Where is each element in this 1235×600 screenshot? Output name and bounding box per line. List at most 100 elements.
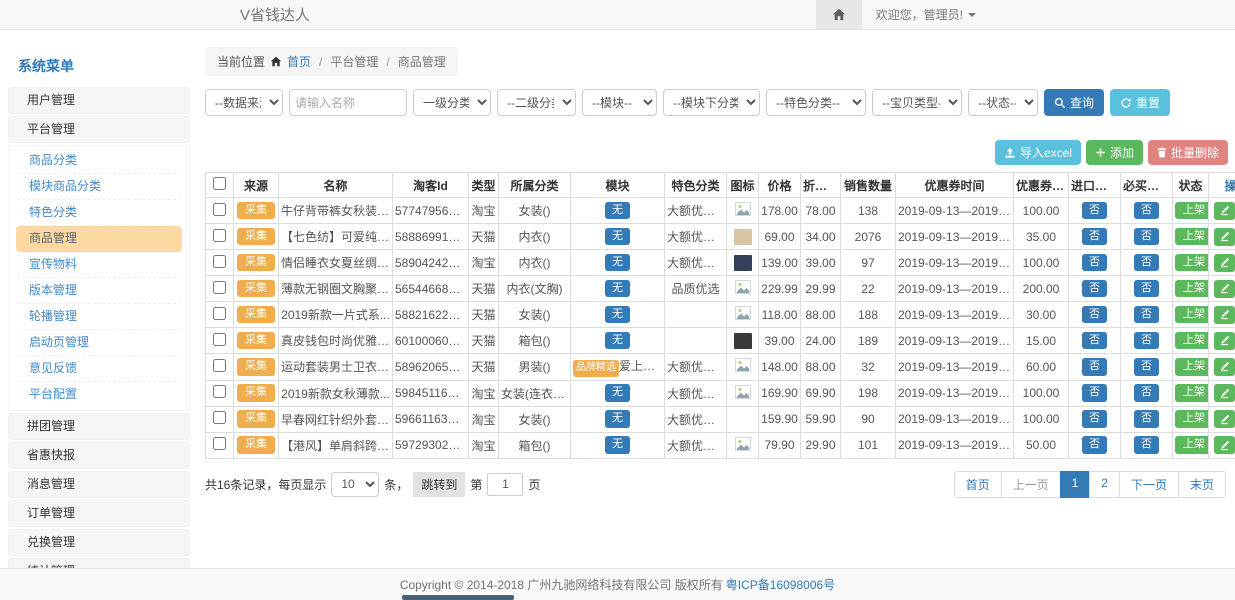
must-buy-no-badge[interactable]: 否: [1134, 228, 1159, 246]
must-buy-no-badge[interactable]: 否: [1134, 280, 1159, 298]
filter-select-3[interactable]: --二级分类--: [497, 89, 576, 116]
source-cell: 采集: [234, 250, 279, 276]
sidebar-group-消息管理[interactable]: 消息管理: [8, 471, 190, 498]
page-button-首页[interactable]: 首页: [954, 471, 1002, 498]
status-badge[interactable]: 上架: [1175, 202, 1209, 220]
reset-button[interactable]: 重置: [1110, 89, 1170, 116]
row-checkbox[interactable]: [213, 281, 226, 294]
edit-button[interactable]: [1214, 254, 1235, 272]
status-badge[interactable]: 上架: [1175, 228, 1209, 246]
import-excel-button[interactable]: 导入excel: [995, 140, 1081, 165]
row-checkbox[interactable]: [213, 307, 226, 320]
module-cell: 品牌精选爱上运动: [571, 354, 665, 381]
row-checkbox[interactable]: [213, 385, 226, 398]
status-badge[interactable]: 上架: [1175, 254, 1209, 272]
home-button[interactable]: [816, 0, 862, 29]
breadcrumb-item-platform[interactable]: 平台管理: [330, 53, 378, 70]
sidebar-group-订单管理[interactable]: 订单管理: [8, 500, 190, 527]
icp-link[interactable]: 粤ICP备16098006号: [726, 576, 835, 593]
sidebar-item-商品管理[interactable]: 商品管理: [16, 226, 182, 252]
sidebar-item-平台配置[interactable]: 平台配置: [16, 382, 182, 408]
filter-select-6[interactable]: --特色分类--: [766, 89, 866, 116]
sidebar-item-轮播管理[interactable]: 轮播管理: [16, 304, 182, 330]
sidebar-item-启动页管理[interactable]: 启动页管理: [16, 330, 182, 356]
must-buy-no-badge[interactable]: 否: [1134, 254, 1159, 272]
sidebar-item-宣传物料[interactable]: 宣传物料: [16, 252, 182, 278]
batch-delete-button[interactable]: 批量删除: [1148, 140, 1228, 165]
per-page-select[interactable]: 10: [331, 472, 379, 497]
row-checkbox[interactable]: [213, 229, 226, 242]
breadcrumb-home-link[interactable]: 首页: [287, 53, 311, 70]
jump-page-input[interactable]: [487, 473, 523, 496]
status-badge[interactable]: 上架: [1175, 436, 1209, 454]
edit-button[interactable]: [1214, 228, 1235, 246]
status-badge[interactable]: 上架: [1175, 384, 1209, 402]
sidebar-item-模块商品分类[interactable]: 模块商品分类: [16, 174, 182, 200]
edit-button[interactable]: [1214, 202, 1235, 220]
must-buy-no-badge[interactable]: 否: [1134, 332, 1159, 350]
page-button-下一页[interactable]: 下一页: [1119, 471, 1179, 498]
status-badge[interactable]: 上架: [1175, 306, 1209, 324]
import-no-badge[interactable]: 否: [1082, 436, 1107, 454]
status-badge[interactable]: 上架: [1175, 280, 1209, 298]
sidebar-item-意见反馈[interactable]: 意见反馈: [16, 356, 182, 382]
sidebar-item-特色分类[interactable]: 特色分类: [16, 200, 182, 226]
import-no-badge[interactable]: 否: [1082, 280, 1107, 298]
select-all-checkbox[interactable]: [213, 177, 226, 190]
sidebar-item-版本管理[interactable]: 版本管理: [16, 278, 182, 304]
import-no-badge[interactable]: 否: [1082, 332, 1107, 350]
edit-button[interactable]: [1214, 384, 1235, 402]
edit-button[interactable]: [1214, 410, 1235, 428]
must-buy-no-badge[interactable]: 否: [1134, 358, 1159, 376]
page-button-1[interactable]: 1: [1060, 471, 1091, 498]
row-checkbox[interactable]: [213, 255, 226, 268]
row-checkbox[interactable]: [213, 437, 226, 450]
row-checkbox[interactable]: [213, 203, 226, 216]
row-checkbox[interactable]: [213, 333, 226, 346]
sidebar-group-拼团管理[interactable]: 拼团管理: [8, 413, 190, 440]
sidebar-item-商品分类[interactable]: 商品分类: [16, 148, 182, 174]
edit-button[interactable]: [1214, 280, 1235, 298]
filter-select-8[interactable]: --状态--: [968, 89, 1038, 116]
horizontal-scrollbar-thumb[interactable]: [402, 595, 514, 600]
filter-select-7[interactable]: --宝贝类型--: [872, 89, 962, 116]
edit-button[interactable]: [1214, 358, 1235, 376]
user-menu[interactable]: 欢迎您，管理员!: [862, 0, 990, 29]
must-buy-no-badge[interactable]: 否: [1134, 202, 1159, 220]
status-badge[interactable]: 上架: [1175, 332, 1209, 350]
filter-select-4[interactable]: --模块--: [582, 89, 657, 116]
sidebar-group-users[interactable]: 用户管理: [8, 87, 190, 114]
filter-select-0[interactable]: --数据来源--: [205, 89, 283, 116]
add-button[interactable]: 添加: [1086, 140, 1143, 165]
row-checkbox[interactable]: [213, 411, 226, 424]
must-buy-no-badge[interactable]: 否: [1134, 436, 1159, 454]
import-no-badge[interactable]: 否: [1082, 254, 1107, 272]
status-badge[interactable]: 上架: [1175, 358, 1209, 376]
must-buy-no-badge[interactable]: 否: [1134, 306, 1159, 324]
sidebar-group-省惠快报[interactable]: 省惠快报: [8, 442, 190, 469]
import-no-badge[interactable]: 否: [1082, 410, 1107, 428]
import-no-badge[interactable]: 否: [1082, 384, 1107, 402]
import-no-badge[interactable]: 否: [1082, 228, 1107, 246]
import-no-badge[interactable]: 否: [1082, 306, 1107, 324]
import-no-badge[interactable]: 否: [1082, 202, 1107, 220]
name-filter-input[interactable]: [289, 89, 407, 116]
filter-select-5[interactable]: --模块下分类--: [663, 89, 760, 116]
import-no-badge[interactable]: 否: [1082, 358, 1107, 376]
status-badge[interactable]: 上架: [1175, 410, 1209, 428]
edit-button[interactable]: [1214, 306, 1235, 324]
sidebar-group-兑换管理[interactable]: 兑换管理: [8, 529, 190, 556]
sidebar-group-platform[interactable]: 平台管理: [8, 116, 190, 143]
must-buy-no-badge[interactable]: 否: [1134, 384, 1159, 402]
must-buy-no-badge[interactable]: 否: [1134, 410, 1159, 428]
page-button-2[interactable]: 2: [1089, 471, 1120, 498]
jump-button[interactable]: 跳转到: [413, 472, 465, 497]
search-button[interactable]: 查询: [1044, 89, 1104, 116]
filter-select-2[interactable]: 一级分类: [413, 89, 491, 116]
row-checkbox[interactable]: [213, 359, 226, 372]
page-button-上一页[interactable]: 上一页: [1001, 471, 1061, 498]
edit-button[interactable]: [1214, 436, 1235, 454]
page-button-末页[interactable]: 末页: [1178, 471, 1226, 498]
coupon-amount-cell: 100.00: [1014, 198, 1069, 224]
edit-button[interactable]: [1214, 332, 1235, 350]
